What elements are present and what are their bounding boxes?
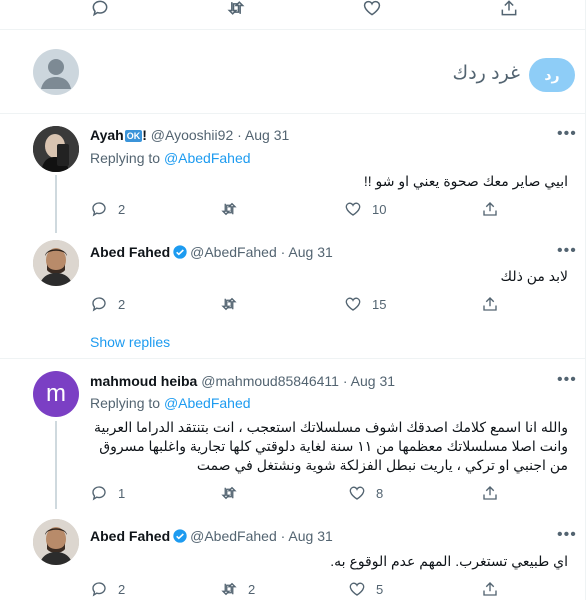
reply-input[interactable]: غرد ردك [436, 62, 520, 85]
reply-action[interactable]: 2 [90, 200, 125, 218]
author-name[interactable]: Abed Fahed [90, 244, 170, 260]
author-name[interactable]: Ayah [90, 127, 124, 143]
main-tweet-actions [0, 0, 586, 30]
reply-icon [92, 486, 106, 501]
replying-to-link[interactable]: @AbedFahed [164, 395, 251, 411]
retweet-action[interactable]: 2 [220, 580, 255, 598]
like-icon [345, 297, 361, 311]
share-icon [483, 582, 497, 596]
reply-action[interactable]: 2 [90, 580, 125, 598]
avatar[interactable] [33, 126, 79, 172]
share-icon[interactable] [497, 0, 521, 20]
tweet-header: Abed Fahed @AbedFahed · Aug 31 [90, 528, 333, 544]
share-action[interactable] [481, 295, 509, 313]
author-name[interactable]: mahmoud heiba [90, 373, 197, 389]
author-handle[interactable]: @mahmoud85846411 [201, 373, 339, 389]
tweet-mahmoud-heiba[interactable]: m mahmoud heiba @mahmoud85846411 · Aug 3… [0, 359, 586, 509]
avatar[interactable] [33, 519, 79, 565]
more-options-icon[interactable]: ••• [557, 125, 577, 143]
replying-to: Replying to @AbedFahed [90, 395, 251, 411]
tweet-text: لابد من ذلك [500, 268, 568, 284]
share-action[interactable] [481, 580, 509, 598]
share-icon [483, 202, 497, 216]
like-action[interactable]: 15 [344, 295, 386, 313]
tweet-text: ابيي صاير معك صحوة يعني او شو !! [363, 173, 568, 189]
show-replies-link[interactable]: Show replies [90, 334, 170, 350]
current-user-avatar [33, 49, 79, 95]
reply-action[interactable]: 1 [90, 484, 125, 502]
tweet-date[interactable]: Aug 31 [351, 373, 395, 389]
like-icon [345, 202, 361, 216]
more-options-icon[interactable]: ••• [557, 371, 577, 389]
author-handle[interactable]: @AbedFahed [190, 244, 277, 260]
retweet-icon [221, 486, 237, 500]
thread-line [55, 421, 57, 509]
tweet-text: اي طبيعي تستغرب. المهم عدم الوقوع به. [330, 553, 568, 569]
share-icon [483, 297, 497, 311]
share-action[interactable] [481, 484, 509, 502]
tweet-actions: 2 10 [90, 200, 510, 220]
tweet-header: Abed Fahed @AbedFahed · Aug 31 [90, 244, 333, 260]
author-name[interactable]: Abed Fahed [90, 528, 170, 544]
reply-icon [92, 297, 106, 312]
like-action[interactable]: 8 [348, 484, 383, 502]
retweet-icon [221, 202, 237, 216]
share-action[interactable] [481, 200, 509, 218]
replying-to: Replying to @AbedFahed [90, 150, 251, 166]
avatar[interactable] [33, 240, 79, 286]
like-action[interactable]: 10 [344, 200, 386, 218]
verified-badge-icon [173, 245, 187, 259]
tweet-actions: 2 2 5 [90, 580, 510, 600]
tweet-abed-fahed-2[interactable]: Abed Fahed @AbedFahed · Aug 31 ••• اي طبي… [0, 510, 586, 600]
tweet-header: mahmoud heiba @mahmoud85846411 · Aug 31 [90, 373, 396, 389]
ok-badge: OK [124, 130, 143, 142]
reply-action[interactable]: 2 [90, 295, 125, 313]
more-options-icon[interactable]: ••• [557, 242, 577, 260]
thread-line [55, 175, 57, 233]
reply-icon [92, 582, 106, 597]
tweet-header: Ayah OK! @Ayooshii92 · Aug 31 [90, 127, 290, 143]
tweet-actions: 1 8 [90, 484, 510, 504]
retweet-action[interactable] [220, 200, 248, 218]
verified-badge-icon [173, 529, 187, 543]
like-icon [349, 486, 365, 500]
retweet-icon [221, 297, 237, 311]
avatar[interactable]: m [33, 371, 79, 417]
reply-composer: غرد ردك رد [0, 30, 586, 114]
tweet-date[interactable]: Aug 31 [288, 244, 332, 260]
like-action[interactable]: 5 [348, 580, 383, 598]
retweet-icon[interactable] [224, 0, 248, 20]
reply-button[interactable]: رد [529, 58, 575, 92]
share-icon [483, 486, 497, 500]
retweet-action[interactable] [220, 295, 248, 313]
more-options-icon[interactable]: ••• [557, 526, 577, 544]
conversation-timeline: غرد ردك رد Ayah OK! @Ayooshii92 · Aug 31 … [0, 0, 586, 600]
like-icon[interactable] [360, 0, 384, 20]
tweet-text: والله انا اسمع كلامك اصدقك اشوف مسلسلاتك… [93, 419, 568, 473]
reply-icon[interactable] [88, 0, 112, 20]
reply-icon [92, 202, 106, 217]
tweet-date[interactable]: Aug 31 [245, 127, 289, 143]
retweet-action[interactable] [220, 484, 248, 502]
name-suffix: ! [142, 127, 147, 143]
tweet-abed-fahed[interactable]: Abed Fahed @AbedFahed · Aug 31 ••• لابد م… [0, 235, 586, 357]
replying-to-link[interactable]: @AbedFahed [164, 150, 251, 166]
like-icon [349, 582, 365, 596]
tweet-ayah[interactable]: Ayah OK! @Ayooshii92 · Aug 31 ••• Replyin… [0, 115, 586, 235]
author-handle[interactable]: @Ayooshii92 [151, 127, 233, 143]
retweet-icon [221, 582, 237, 596]
tweet-date[interactable]: Aug 31 [288, 528, 332, 544]
tweet-actions: 2 15 [90, 295, 510, 315]
author-handle[interactable]: @AbedFahed [190, 528, 277, 544]
